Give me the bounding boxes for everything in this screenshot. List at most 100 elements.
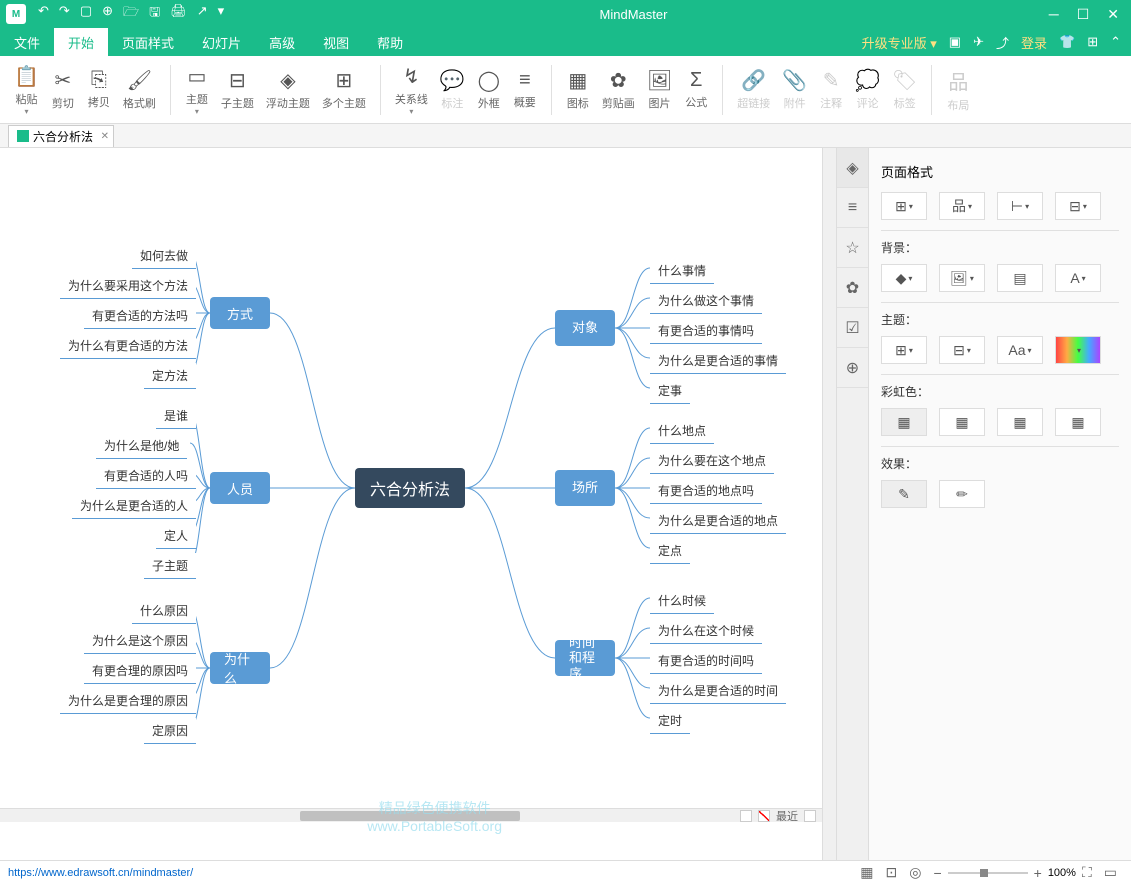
mindmap-node[interactable]: 为什么 xyxy=(210,652,270,684)
mindmap-node[interactable]: 为什么在这个时候 xyxy=(650,618,762,644)
theme-color[interactable]: ▾ xyxy=(1055,336,1101,364)
mindmap-node[interactable]: 场所 xyxy=(555,470,615,506)
callout-button[interactable]: 💬标注 xyxy=(434,66,471,113)
cut-button[interactable]: ✂剪切 xyxy=(45,66,81,113)
open-icon[interactable]: 🗁 xyxy=(123,3,139,25)
mindmap-node[interactable]: 如何去做 xyxy=(132,243,196,269)
foot-icon-3[interactable]: ◎ xyxy=(903,864,927,881)
vtab-history[interactable]: ⊕ xyxy=(837,348,868,388)
layout-btn-3[interactable]: ⊢▾ xyxy=(997,192,1043,220)
mindmap-node[interactable]: 为什么做这个事情 xyxy=(650,288,762,314)
clipart-button[interactable]: ✿剪贴画 xyxy=(596,66,641,113)
mindmap-node[interactable]: 方式 xyxy=(210,297,270,329)
swatch-clear[interactable] xyxy=(758,810,770,822)
layout-btn-4[interactable]: ⊟▾ xyxy=(1055,192,1101,220)
tab-help[interactable]: 帮助 xyxy=(363,28,417,56)
mindmap-node[interactable]: 人员 xyxy=(210,472,270,504)
tab-start[interactable]: 开始 xyxy=(54,28,108,56)
layout-btn-2[interactable]: 品▾ xyxy=(939,192,985,220)
mindmap-node[interactable]: 为什么是更合适的地点 xyxy=(650,508,786,534)
foot-icon-2[interactable]: ⊡ xyxy=(879,864,903,881)
page-icon[interactable]: ▭ xyxy=(1098,864,1123,881)
mindmap-node[interactable]: 有更合适的事情吗 xyxy=(650,318,762,344)
vtab-format[interactable]: ◈ xyxy=(837,148,868,188)
mindmap-node[interactable]: 定人 xyxy=(156,523,196,549)
link-button[interactable]: 🔗超链接 xyxy=(731,66,776,113)
more-icon[interactable]: ▾ xyxy=(218,3,225,25)
mark-button[interactable]: ▦图标 xyxy=(560,66,596,113)
tab-file[interactable]: 文件 xyxy=(0,28,54,56)
add-icon[interactable]: ⊕ xyxy=(102,3,113,25)
mindmap-node[interactable]: 定原因 xyxy=(144,718,196,744)
mindmap-node[interactable]: 为什么是他/她 xyxy=(96,433,187,459)
tab-view[interactable]: 视图 xyxy=(309,28,363,56)
shirt-icon[interactable]: 👕 xyxy=(1059,34,1075,50)
formula-button[interactable]: Σ公式 xyxy=(678,67,714,112)
scrollbar-v[interactable] xyxy=(822,148,836,864)
mindmap-node[interactable]: 子主题 xyxy=(144,553,196,579)
mindmap-node[interactable]: 对象 xyxy=(555,310,615,346)
mindmap-node[interactable]: 什么原因 xyxy=(132,598,196,624)
vtab-task[interactable]: ☑ xyxy=(837,308,868,348)
tab-slide[interactable]: 幻灯片 xyxy=(188,28,255,56)
rainbow-1[interactable]: ▦ xyxy=(881,408,927,436)
send-icon[interactable]: ✈ xyxy=(973,34,984,50)
login-link[interactable]: 登录 xyxy=(1021,33,1047,52)
undo-icon[interactable]: ↶ xyxy=(38,3,49,25)
close-icon[interactable]: ✕ xyxy=(1107,6,1119,23)
upgrade-link[interactable]: 升级专业版 ▾ xyxy=(862,33,937,52)
rainbow-4[interactable]: ▦ xyxy=(1055,408,1101,436)
bg-image[interactable]: 🖼▾ xyxy=(939,264,985,292)
foot-icon-1[interactable]: ▦ xyxy=(854,864,879,881)
multi-button[interactable]: ⊞多个主题 xyxy=(316,66,372,113)
mindmap-node[interactable]: 是谁 xyxy=(156,403,196,429)
attach-button[interactable]: 📎附件 xyxy=(776,66,813,113)
mindmap-node[interactable]: 有更合适的地点吗 xyxy=(650,478,762,504)
layout-btn-1[interactable]: ⊞▾ xyxy=(881,192,927,220)
tab-advanced[interactable]: 高级 xyxy=(255,28,309,56)
export-icon[interactable]: ↗ xyxy=(197,3,208,25)
bg-text[interactable]: A▾ xyxy=(1055,264,1101,292)
swatch-none[interactable] xyxy=(740,810,752,822)
tag-button[interactable]: 🏷标签 xyxy=(886,66,923,113)
save-icon[interactable]: 🖫 xyxy=(149,3,160,25)
float-button[interactable]: ◈浮动主题 xyxy=(260,66,316,113)
mindmap-node[interactable]: 什么事情 xyxy=(650,258,714,284)
redo-icon[interactable]: ↷ xyxy=(59,3,70,25)
mindmap-canvas[interactable]: 六合分析法方式如何去做为什么要采用这个方法有更合适的方法吗为什么有更合适的方法定… xyxy=(0,148,822,808)
fit-icon[interactable]: ⛶ xyxy=(1076,864,1098,881)
icon-1[interactable]: ▣ xyxy=(949,34,961,50)
bg-watermark[interactable]: ▤ xyxy=(997,264,1043,292)
mindmap-node[interactable]: 为什么有更合适的方法 xyxy=(60,333,196,359)
mindmap-node[interactable]: 有更合理的原因吗 xyxy=(84,658,196,684)
mindmap-node[interactable]: 什么时候 xyxy=(650,588,714,614)
boundary-button[interactable]: ◯外框 xyxy=(471,66,507,113)
format-button[interactable]: 🖌格式刷 xyxy=(117,66,162,113)
layout-button[interactable]: 品布局 xyxy=(940,64,976,115)
mindmap-node[interactable]: 为什么是更合适的事情 xyxy=(650,348,786,374)
mindmap-node[interactable]: 有更合适的人吗 xyxy=(96,463,196,489)
rainbow-3[interactable]: ▦ xyxy=(997,408,1043,436)
theme-2[interactable]: ⊟▾ xyxy=(939,336,985,364)
zoom-slider[interactable] xyxy=(948,872,1028,874)
effect-1[interactable]: ✎ xyxy=(881,480,927,508)
recent-swatch[interactable] xyxy=(804,810,816,822)
maximize-icon[interactable]: ☐ xyxy=(1077,6,1090,23)
topic-button[interactable]: ▭主题▾ xyxy=(179,62,215,118)
mindmap-node[interactable]: 为什么是更合适的人 xyxy=(72,493,196,519)
vtab-clipart[interactable]: ✿ xyxy=(837,268,868,308)
note-button[interactable]: ✎注释 xyxy=(813,66,849,113)
summary-button[interactable]: ≡概要 xyxy=(507,67,543,112)
mindmap-node[interactable]: 为什么要采用这个方法 xyxy=(60,273,196,299)
theme-font[interactable]: Aa▾ xyxy=(997,336,1043,364)
mindmap-node[interactable]: 有更合适的时间吗 xyxy=(650,648,762,674)
picture-button[interactable]: 🖼图片 xyxy=(641,66,678,113)
mindmap-node[interactable]: 定事 xyxy=(650,378,690,404)
print-icon[interactable]: 🖨 xyxy=(170,3,187,25)
vtab-icon[interactable]: ☆ xyxy=(837,228,868,268)
mindmap-node[interactable]: 为什么是这个原因 xyxy=(84,628,196,654)
bg-fill[interactable]: ◆▾ xyxy=(881,264,927,292)
zoom-out[interactable]: − xyxy=(927,865,947,881)
mindmap-node[interactable]: 为什么是更合适的时间 xyxy=(650,678,786,704)
mindmap-node[interactable]: 为什么要在这个地点 xyxy=(650,448,774,474)
